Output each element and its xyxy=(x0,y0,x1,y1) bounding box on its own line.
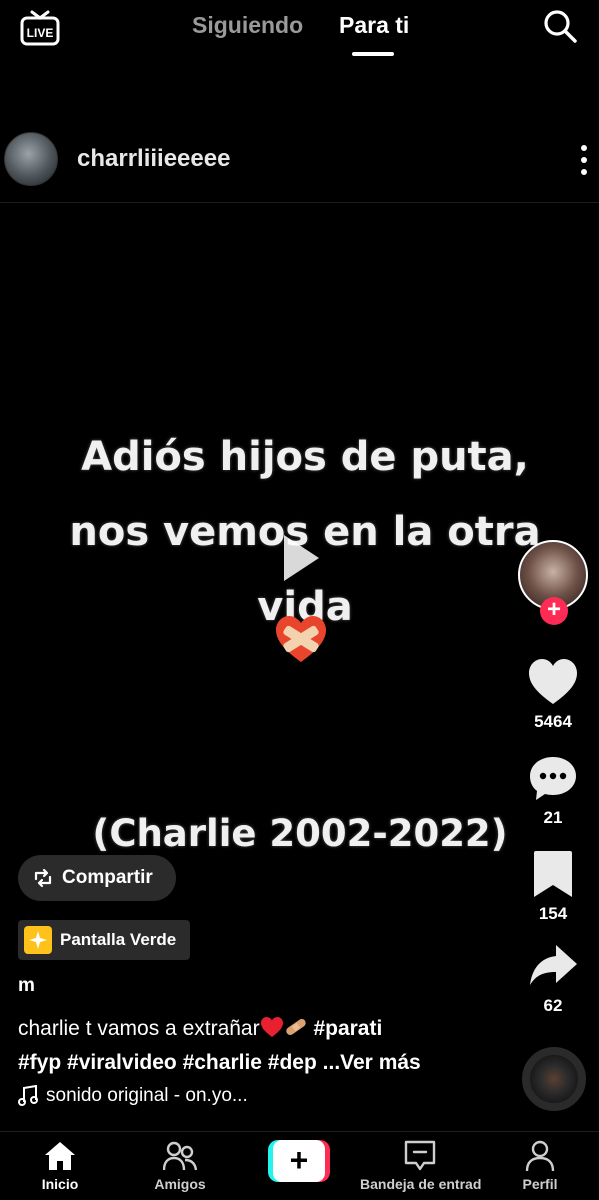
tab-following[interactable]: Siguiendo xyxy=(192,12,303,39)
nav-profile-label: Perfil xyxy=(522,1176,558,1192)
comment-icon xyxy=(530,757,576,800)
friends-icon xyxy=(163,1141,197,1171)
profile-icon xyxy=(525,1140,555,1172)
heart-icon xyxy=(529,659,577,704)
nav-home-label: Inicio xyxy=(41,1176,79,1192)
hashtag-line-2[interactable]: #fyp #viralvideo #charlie #dep xyxy=(18,1051,317,1074)
effect-label: Pantalla Verde xyxy=(60,930,177,949)
share-arrow-icon xyxy=(530,945,577,985)
play-icon[interactable] xyxy=(280,532,322,584)
music-disc[interactable] xyxy=(522,1047,586,1111)
inbox-icon xyxy=(404,1140,436,1171)
search-icon[interactable] xyxy=(542,8,578,44)
repost-label: Compartir xyxy=(62,867,153,888)
bandage-icon xyxy=(285,1018,306,1036)
video-overlay-subtext: (Charlie 2002-2022) xyxy=(92,812,508,855)
comment-button[interactable]: 21 xyxy=(521,754,585,828)
author-row: charrliiieeeee xyxy=(0,125,599,203)
author-name[interactable]: charrliiieeeee xyxy=(77,145,230,173)
mending-heart-icon xyxy=(276,616,326,662)
follow-plus-button[interactable]: + xyxy=(540,597,568,625)
bottom-nav: Inicio Amigos + Bandeja de entrad Perfil xyxy=(0,1131,599,1200)
comment-count: 21 xyxy=(543,808,563,827)
share-count: 62 xyxy=(543,996,563,1015)
more-options-icon[interactable] xyxy=(574,143,594,177)
create-button[interactable]: + xyxy=(268,1140,330,1182)
see-more-link[interactable]: ...Ver más xyxy=(323,1051,421,1074)
active-tab-indicator xyxy=(352,52,394,56)
nav-friends[interactable]: Amigos xyxy=(150,1140,210,1192)
effect-tag[interactable]: Pantalla Verde xyxy=(18,920,190,960)
author-avatar[interactable] xyxy=(4,132,58,186)
share-button[interactable]: 62 xyxy=(521,942,585,1016)
save-count: 154 xyxy=(538,904,568,923)
nav-inbox-label: Bandeja de entrad xyxy=(360,1176,482,1192)
save-button[interactable]: 154 xyxy=(521,850,585,924)
top-bar: LIVE Siguiendo Para ti xyxy=(0,0,599,70)
hashtag-line-1[interactable]: #parati xyxy=(313,1017,382,1040)
nav-friends-label: Amigos xyxy=(154,1176,206,1192)
repost-button[interactable]: Compartir xyxy=(18,855,176,901)
tab-for-you[interactable]: Para ti xyxy=(339,12,409,39)
nav-inbox[interactable]: Bandeja de entrad xyxy=(360,1140,482,1192)
home-icon xyxy=(45,1142,75,1170)
live-label: LIVE xyxy=(27,26,54,40)
post-username[interactable]: m xyxy=(18,975,35,997)
nav-profile[interactable]: Perfil xyxy=(520,1140,560,1192)
effect-icon xyxy=(24,926,52,954)
sound-row[interactable]: sonido original - on.yo... xyxy=(18,1085,248,1107)
sound-name: sonido original - on.yo... xyxy=(46,1085,248,1106)
bookmark-icon xyxy=(534,851,572,897)
red-heart-icon xyxy=(260,1017,283,1037)
post-caption: charlie t vamos a extrañar #parati #fyp … xyxy=(18,1012,508,1080)
repost-icon xyxy=(34,868,52,888)
create-plus-icon: + xyxy=(273,1140,325,1182)
like-button[interactable]: 5464 xyxy=(521,658,585,732)
video-player[interactable]: Adiós hijos de puta, nos vemos en la otr… xyxy=(0,204,599,1129)
music-note-icon xyxy=(18,1085,38,1106)
live-icon[interactable]: LIVE xyxy=(20,8,60,46)
like-count: 5464 xyxy=(534,712,572,731)
nav-home[interactable]: Inicio xyxy=(35,1140,85,1192)
caption-text: charlie t vamos a extrañar xyxy=(18,1017,260,1040)
